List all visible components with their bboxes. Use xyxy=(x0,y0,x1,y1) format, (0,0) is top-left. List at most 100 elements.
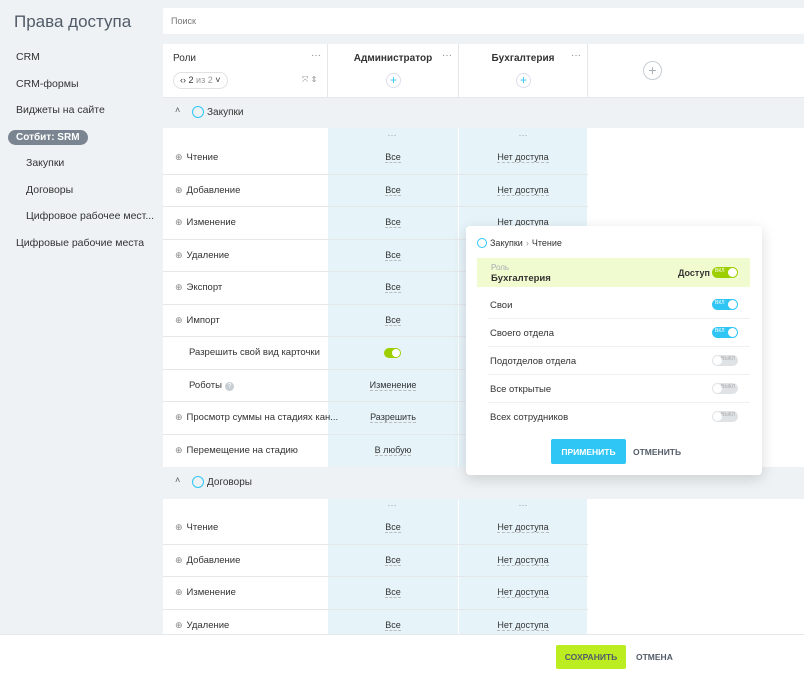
expand-plus-icon[interactable]: ⊕ xyxy=(175,152,183,162)
table-row: ⊕ Изменение Все Нет доступа xyxy=(163,577,804,610)
buh-value[interactable]: Нет доступа xyxy=(459,554,587,566)
row-label: ⊕ Перемещение на стадию xyxy=(175,445,298,456)
expand-plus-icon[interactable]: ⊕ xyxy=(175,315,183,325)
admin-value[interactable]: Все xyxy=(328,314,458,326)
admin-value[interactable]: Все xyxy=(328,619,458,631)
admin-value[interactable]: Все xyxy=(328,249,458,261)
admin-value[interactable]: Изменение xyxy=(328,379,458,391)
pager-arrows-icon: ‹› xyxy=(180,75,186,85)
row-label: ⊕ Изменение xyxy=(175,587,236,598)
admin-value[interactable]: Все xyxy=(328,282,458,293)
roles-menu-icon[interactable]: ··· xyxy=(311,50,321,61)
access-option: Подотделов отдела ВЫКЛ xyxy=(488,347,750,375)
section-entity-icon xyxy=(477,238,487,248)
buh-value[interactable]: Нет доступа xyxy=(459,522,587,533)
apply-button[interactable]: ПРИМЕНИТЬ xyxy=(551,439,626,464)
section-purchases[interactable]: ˄ Закупки xyxy=(163,98,804,128)
admin-value[interactable]: Все xyxy=(328,554,458,566)
row-label-text: Добавление xyxy=(186,554,241,566)
chevron-up-icon[interactable]: ˄ xyxy=(175,475,180,485)
sidebar-item-sotbit-srm[interactable]: Сотбит: SRM xyxy=(0,124,160,151)
admin-value[interactable]: Разрешить xyxy=(328,412,458,423)
chevron-down-icon: ˅ xyxy=(215,75,221,85)
option-toggle[interactable]: ВКЛ xyxy=(712,299,738,310)
section-title: Закупки xyxy=(207,107,244,118)
table-row: ⊕ Чтение Все Нет доступа xyxy=(163,142,804,175)
value-text: Все xyxy=(385,282,401,293)
access-toggle[interactable]: ВКЛ xyxy=(712,267,738,278)
chevron-up-icon[interactable]: ˄ xyxy=(175,105,180,115)
search-input[interactable] xyxy=(163,8,804,34)
expand-plus-icon[interactable]: ⊕ xyxy=(175,217,183,227)
value-text: Все xyxy=(385,249,401,261)
popup-role-bar: Роль Бухгалтерия Доступ ВКЛ xyxy=(477,258,750,287)
role-label: Роль xyxy=(491,263,510,272)
add-role-icon[interactable]: + xyxy=(643,61,662,80)
expand-plus-icon[interactable]: ⊕ xyxy=(175,555,183,565)
sidebar-item-site-widgets[interactable]: Виджеты на сайте xyxy=(0,97,160,124)
option-label: Всех сотрудников xyxy=(490,412,569,423)
popup-breadcrumb: Закупки › Чтение xyxy=(477,238,562,248)
sidebar-item-contracts[interactable]: Договоры xyxy=(0,177,160,204)
custom-card-toggle[interactable] xyxy=(384,348,401,358)
save-button[interactable]: СОХРАНИТЬ xyxy=(556,645,626,669)
access-option: Все открытые ВЫКЛ xyxy=(488,375,750,403)
admin-value[interactable]: В любую xyxy=(328,444,458,456)
admin-menu-icon[interactable]: ··· xyxy=(442,50,452,61)
admin-value[interactable]: Все xyxy=(328,152,458,163)
expand-plus-icon[interactable]: ⊕ xyxy=(175,412,183,422)
sidebar-item-crm-forms[interactable]: CRM-формы xyxy=(0,71,160,98)
value-text: Все xyxy=(385,554,401,566)
value-text: Все xyxy=(385,184,401,196)
table-row: ⊕ Чтение Все Нет доступа xyxy=(163,512,804,545)
role-pager[interactable]: ‹› 2 из 2 ˅ xyxy=(173,72,228,89)
toggle-text: ВКЛ xyxy=(715,268,725,274)
admin-add-icon[interactable]: + xyxy=(386,73,401,88)
buh-value[interactable]: Нет доступа xyxy=(459,587,587,598)
expand-plus-icon[interactable]: ⊕ xyxy=(175,250,183,260)
buh-menu-icon[interactable]: ··· xyxy=(571,50,581,61)
buh-add-icon[interactable]: + xyxy=(516,73,531,88)
row-label: ⊕ Добавление xyxy=(175,185,240,196)
sidebar-item-digital-workplaces[interactable]: Цифровые рабочие места xyxy=(0,230,160,257)
page-title: Права доступа xyxy=(14,12,132,31)
expand-plus-icon[interactable]: ⊕ xyxy=(175,587,183,597)
admin-value[interactable]: Все xyxy=(328,184,458,196)
value-text: Изменение xyxy=(369,379,417,391)
cancel-button[interactable]: ОТМЕНА xyxy=(636,652,673,662)
collapse-expand-icon[interactable]: ⤧ ⇕ xyxy=(302,75,317,85)
admin-value[interactable]: Все xyxy=(328,522,458,533)
option-toggle[interactable]: ВЫКЛ xyxy=(712,411,738,422)
expand-plus-icon[interactable]: ⊕ xyxy=(175,282,183,292)
option-toggle[interactable]: ВКЛ xyxy=(712,327,738,338)
expand-plus-icon[interactable]: ⊕ xyxy=(175,620,183,630)
value-text: В любую xyxy=(374,444,412,456)
popup-cancel-button[interactable]: ОТМЕНИТЬ xyxy=(633,447,681,457)
admin-section-menu-icon[interactable]: ··· xyxy=(328,130,456,140)
admin-value[interactable]: Все xyxy=(328,217,458,228)
buh-value[interactable]: Нет доступа xyxy=(459,184,587,196)
option-toggle[interactable]: ВЫКЛ xyxy=(712,383,738,394)
pager-total: из 2 xyxy=(196,75,213,85)
buh-value[interactable]: Нет доступа xyxy=(459,152,587,163)
sidebar-item-digital-workplace[interactable]: Цифровое рабочее мест... xyxy=(0,203,160,230)
admin-section-menu-icon[interactable]: ··· xyxy=(328,500,456,510)
row-label: ⊕ Просмотр суммы на стадиях кан... xyxy=(175,412,338,423)
buh-value[interactable]: Нет доступа xyxy=(459,619,587,631)
expand-plus-icon[interactable]: ⊕ xyxy=(175,522,183,532)
option-toggle[interactable]: ВЫКЛ xyxy=(712,355,738,366)
admin-value[interactable]: Все xyxy=(328,587,458,598)
row-label: ⊕ Чтение xyxy=(175,152,218,163)
help-icon[interactable]: ? xyxy=(224,381,234,391)
toggle-text: ВЫКЛ xyxy=(721,384,735,390)
buh-section-menu-icon[interactable]: ··· xyxy=(459,500,587,510)
buh-section-menu-icon[interactable]: ··· xyxy=(459,130,587,140)
row-label-text: Перемещение на стадию xyxy=(186,444,298,456)
expand-plus-icon[interactable]: ⊕ xyxy=(175,185,183,195)
sidebar-item-crm[interactable]: CRM xyxy=(0,44,160,71)
sidebar-item-purchases[interactable]: Закупки xyxy=(0,150,160,177)
toggle-text: ВЫКЛ xyxy=(721,412,735,418)
value-text: Все xyxy=(385,152,401,163)
value-text: Все xyxy=(385,619,401,631)
expand-plus-icon[interactable]: ⊕ xyxy=(175,445,183,455)
